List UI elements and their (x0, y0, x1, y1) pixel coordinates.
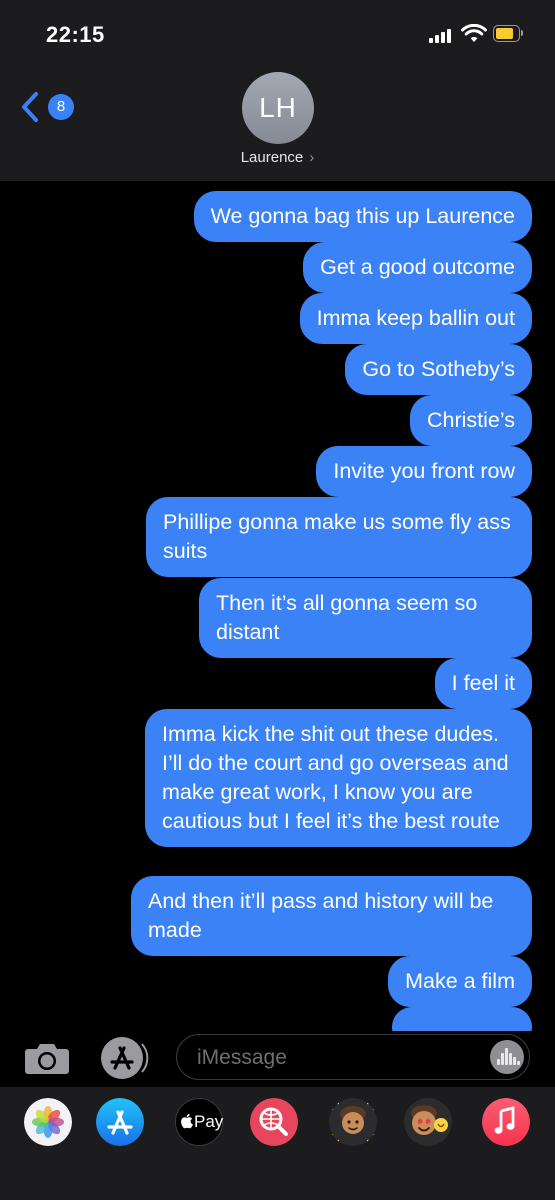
wifi-icon (461, 24, 487, 42)
message-bubble-partial[interactable] (392, 1007, 532, 1031)
message-bubble[interactable]: I feel it (434, 658, 532, 709)
chevron-right-icon: › (309, 149, 315, 166)
message-bubble[interactable]: Go to Sotheby’s (345, 344, 532, 395)
message-bubble[interactable]: Christie’s (409, 395, 532, 446)
message-list[interactable]: We gonna bag this up Laurence Get a good… (0, 181, 555, 1031)
contact-avatar[interactable]: LH (242, 72, 314, 144)
message-bubble[interactable]: Invite you front row (316, 446, 532, 497)
battery-icon (493, 25, 523, 42)
photos-app-icon[interactable] (24, 1098, 72, 1146)
music-app-icon[interactable] (482, 1098, 530, 1146)
web-search-icon[interactable] (250, 1098, 298, 1146)
status-time: 22:15 (46, 22, 105, 47)
unread-count-badge: 8 (48, 94, 74, 120)
imessage-field[interactable] (176, 1034, 530, 1080)
message-bubble[interactable]: Phillipe gonna make us some fly ass suit… (146, 497, 532, 577)
contact-name-button[interactable]: Laurence › (0, 149, 555, 166)
message-bubble[interactable]: And then it’ll pass and history will be … (131, 876, 532, 956)
audio-message-icon[interactable] (490, 1040, 524, 1074)
message-bubble[interactable]: Then it’s all gonna seem so distant (199, 578, 532, 658)
message-bubble[interactable]: Imma keep ballin out (299, 293, 532, 344)
message-bubble[interactable]: We gonna bag this up Laurence (193, 191, 532, 242)
message-input[interactable] (195, 1043, 479, 1073)
memoji-icon[interactable] (329, 1098, 377, 1146)
cellular-signal-icon (429, 27, 455, 43)
chevron-left-icon (22, 92, 38, 122)
conversation-header: 22:15 8 LH Laurence › (0, 0, 555, 181)
app-store-app-icon[interactable] (96, 1098, 144, 1146)
back-button[interactable]: 8 (20, 88, 80, 128)
memoji-sticker-icon[interactable] (404, 1098, 452, 1146)
apple-pay-label: Pay (194, 1112, 224, 1131)
app-store-icon[interactable] (98, 1036, 150, 1080)
message-bubble[interactable]: Imma kick the shit out these dudes. I’ll… (145, 709, 532, 847)
message-bubble[interactable]: Get a good outcome (303, 242, 532, 293)
camera-icon[interactable] (24, 1041, 70, 1075)
contact-name: Laurence (240, 149, 304, 166)
apple-logo-icon (181, 1113, 193, 1129)
message-bubble[interactable]: Make a film (388, 956, 532, 1007)
apple-pay-icon[interactable]: Pay (175, 1098, 223, 1146)
